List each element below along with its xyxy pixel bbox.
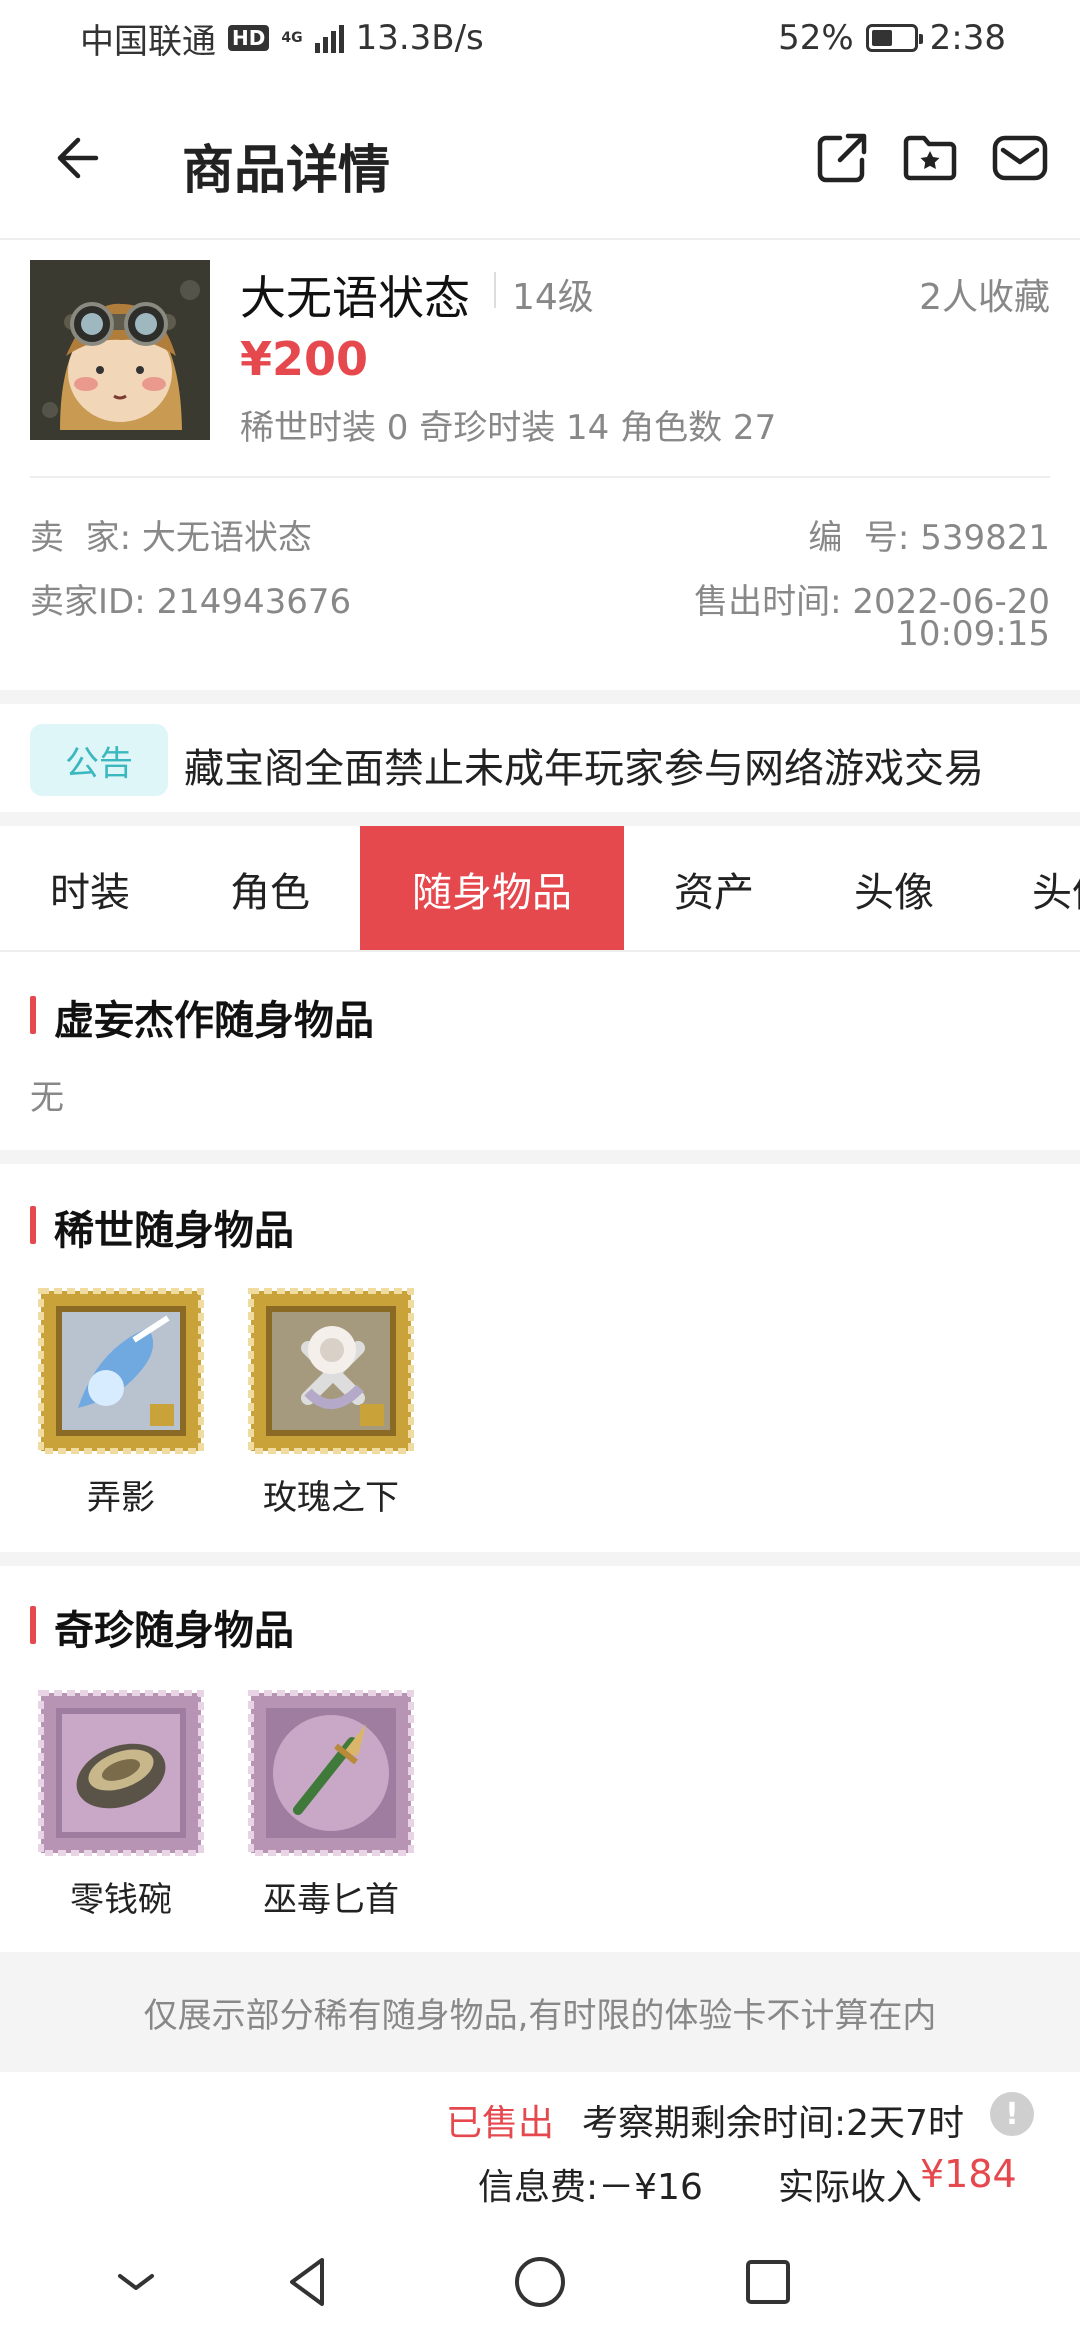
seller-value: 大无语状态 bbox=[141, 518, 312, 558]
status-bar-right: 52% 2:38 bbox=[778, 18, 1006, 58]
favorites-count: 2人收藏 bbox=[919, 277, 1050, 318]
notice-tag: 公告 bbox=[30, 724, 168, 796]
tab-character[interactable]: 角色 bbox=[180, 826, 360, 950]
page-title: 商品详情 bbox=[182, 141, 391, 201]
tab-avatar-frame[interactable]: 头像框 bbox=[984, 826, 1080, 950]
back-arrow-icon[interactable] bbox=[52, 126, 116, 190]
tab-accessories[interactable]: 随身物品 bbox=[360, 826, 624, 950]
section-title-rare: 稀世随身物品 bbox=[30, 1198, 294, 1256]
divider bbox=[494, 272, 496, 308]
item-stamp-image bbox=[38, 1690, 204, 1856]
item-name: 巫毒匕首 bbox=[263, 1880, 399, 1920]
section-gap bbox=[0, 1150, 1080, 1164]
product-stats: 稀世时装 0 奇珍时装 14 角色数 27 bbox=[240, 408, 777, 448]
app-header: 商品详情 bbox=[0, 76, 1080, 240]
item-name: 弄影 bbox=[87, 1478, 155, 1518]
number-row: 编 号: 539821 bbox=[808, 510, 1050, 559]
item-card[interactable]: 玫瑰之下 bbox=[246, 1288, 416, 1519]
item-card[interactable]: 零钱碗 bbox=[36, 1690, 206, 1921]
product-level: 14级 bbox=[512, 277, 594, 318]
tab-assets[interactable]: 资产 bbox=[624, 826, 804, 950]
seller-id-row: 卖家ID: 214943676 bbox=[30, 574, 351, 623]
hd-badge: HD bbox=[228, 25, 270, 51]
section-gap bbox=[0, 690, 1080, 704]
section-title-masterpiece: 虚妄杰作随身物品 bbox=[30, 988, 374, 1046]
empty-text: 无 bbox=[30, 1078, 64, 1118]
sold-time-clock: 10:09:15 bbox=[897, 614, 1050, 654]
number-value: 539821 bbox=[920, 518, 1050, 558]
section-gap bbox=[0, 1552, 1080, 1566]
system-nav-bar bbox=[0, 2222, 1080, 2340]
number-label: 编 号: bbox=[808, 518, 910, 558]
item-name: 零钱碗 bbox=[70, 1880, 172, 1920]
tab-fashion[interactable]: 时装 bbox=[0, 826, 180, 950]
bottom-status-bar: 已售出 考察期剩余时间:2天7时 ! 信息费:－¥16 实际收入 ¥184 bbox=[0, 2072, 1080, 2222]
battery-percent: 52% bbox=[778, 18, 854, 58]
item-stamp-image bbox=[248, 1288, 414, 1454]
sold-time-label: 售出时间: bbox=[694, 582, 842, 622]
network-speed: 13.3B/s bbox=[355, 18, 484, 58]
status-bar: 中国联通 HD 4G 13.3B/s 52% 2:38 bbox=[0, 0, 1080, 76]
battery-icon bbox=[865, 24, 923, 52]
network-type-icon: 4G bbox=[281, 31, 302, 45]
favorite-folder-icon[interactable] bbox=[900, 128, 960, 188]
sold-status: 已售出 bbox=[446, 2103, 555, 2144]
remaining-time: 考察期剩余时间:2天7时 bbox=[582, 2103, 964, 2144]
divider bbox=[30, 476, 1050, 478]
seller-row: 卖 家: 大无语状态 bbox=[30, 510, 312, 559]
section-gap bbox=[0, 812, 1080, 826]
battery-fill bbox=[871, 30, 893, 46]
carrier-name: 中国联通 bbox=[80, 21, 216, 62]
clock: 2:38 bbox=[929, 18, 1006, 58]
signal-icon bbox=[314, 23, 344, 53]
seller-id-value: 214943676 bbox=[156, 582, 352, 622]
status-bar-left: 中国联通 HD 4G 13.3B/s bbox=[80, 14, 484, 63]
notice-text: 藏宝阁全面禁止未成年玩家参与网络游戏交易 bbox=[184, 746, 984, 792]
network-type-label: 4G bbox=[281, 30, 303, 46]
info-icon[interactable]: ! bbox=[990, 2092, 1034, 2136]
section-title-precious: 奇珍随身物品 bbox=[30, 1598, 294, 1656]
item-stamp-image bbox=[248, 1690, 414, 1856]
footer-note: 仅展示部分稀有随身物品,有时限的体验卡不计算在内 bbox=[0, 1952, 1080, 2072]
product-price: ¥200 bbox=[240, 332, 369, 386]
nav-recents-icon[interactable] bbox=[738, 2252, 798, 2312]
notice-bar[interactable]: 公告 藏宝阁全面禁止未成年玩家参与网络游戏交易 bbox=[0, 706, 1080, 812]
seller-id-label: 卖家ID: bbox=[30, 582, 146, 622]
chevron-down-icon[interactable] bbox=[106, 2252, 166, 2312]
character-avatar bbox=[30, 260, 210, 440]
share-icon[interactable] bbox=[812, 128, 872, 188]
nav-home-icon[interactable] bbox=[510, 2252, 570, 2312]
nav-back-icon[interactable] bbox=[280, 2252, 340, 2312]
item-card[interactable]: 弄影 bbox=[36, 1288, 206, 1519]
message-icon[interactable] bbox=[990, 128, 1050, 188]
fee-text: 信息费:－¥16 bbox=[478, 2167, 703, 2208]
product-name: 大无语状态 bbox=[240, 271, 470, 325]
income-label: 实际收入 bbox=[778, 2167, 923, 2208]
product-info: 大无语状态 14级 2人收藏 ¥200 稀世时装 0 奇珍时装 14 角色数 2… bbox=[0, 240, 1080, 690]
category-tabs: 时装 角色 随身物品 资产 头像 头像框 bbox=[0, 826, 1080, 952]
income-value: ¥184 bbox=[920, 2152, 1017, 2196]
item-card[interactable]: 巫毒匕首 bbox=[246, 1690, 416, 1921]
item-name: 玫瑰之下 bbox=[263, 1478, 399, 1518]
tab-avatar[interactable]: 头像 bbox=[804, 826, 984, 950]
seller-label: 卖 家: bbox=[30, 518, 132, 558]
item-stamp-image bbox=[38, 1288, 204, 1454]
